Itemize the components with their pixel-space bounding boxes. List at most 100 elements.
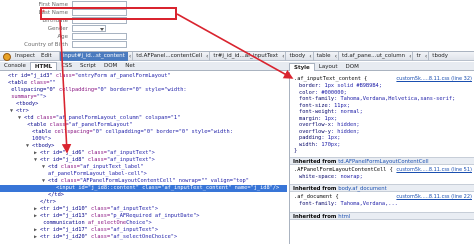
tab-html[interactable]: HTML bbox=[29, 62, 58, 70]
tab-style[interactable]: Style bbox=[289, 63, 315, 71]
tag-text: <tr id="j_id6" bbox=[40, 150, 85, 156]
breadcrumb-item[interactable]: tr#j_id_id...af_inputText bbox=[209, 51, 281, 61]
tag-text: <tr id="j_id3" bbox=[8, 73, 53, 79]
css-source-link[interactable]: custom5k.....8.11.css (line 32) bbox=[396, 76, 472, 83]
attr-text: class= bbox=[87, 227, 111, 233]
css-prop-name: border bbox=[299, 83, 319, 89]
css-prop-name: font-weight bbox=[299, 109, 335, 115]
select-field[interactable] bbox=[72, 25, 106, 32]
tab-net[interactable]: Net bbox=[121, 62, 139, 70]
breadcrumb-item[interactable]: tbody bbox=[285, 51, 308, 61]
tree-node[interactable]: <tr id="j_id3" class="entryForm af_panel… bbox=[0, 73, 287, 80]
value-text: "" bbox=[49, 80, 56, 86]
breadcrumb-item[interactable]: table bbox=[312, 51, 334, 61]
tab-dom[interactable]: DOM bbox=[342, 63, 363, 71]
style-pane[interactable]: .af_inputText_content {custom5k.....8.11… bbox=[289, 72, 474, 244]
tab-console[interactable]: Console bbox=[0, 62, 30, 70]
inherited-prefix: Inherited from bbox=[293, 158, 339, 165]
tree-node[interactable]: <input id="j_id8::content" class="af_inp… bbox=[0, 185, 287, 192]
breadcrumb-item[interactable]: tbody bbox=[428, 51, 451, 61]
css-source-link[interactable]: custom5k.....8.11.css (line 22) bbox=[396, 194, 472, 201]
tree-node[interactable]: ▼ <tr> bbox=[0, 108, 287, 115]
css-prop-name: width bbox=[299, 141, 315, 148]
inspect-button[interactable]: Inspect bbox=[12, 53, 38, 59]
tree-node[interactable]: ▼ <td class="AFPanelFormLayoutContentCell… bbox=[0, 178, 287, 185]
tree-node[interactable]: ▶ <tr id="j_id20" class="af_selectOneChoi… bbox=[0, 234, 287, 241]
css-selector: .af_document { bbox=[294, 194, 339, 200]
css-prop-value: : hidden; bbox=[330, 122, 360, 128]
text-field[interactable] bbox=[72, 41, 127, 48]
tree-node[interactable]: communication af_selectOneChoice"> bbox=[0, 220, 287, 227]
breadcrumb-item[interactable]: td.af_pane...ut_column bbox=[337, 51, 408, 61]
tab-layout[interactable]: Layout bbox=[315, 63, 342, 71]
tree-node[interactable]: ▶ <tr id="j_id10" class="af_inputText"> bbox=[0, 206, 287, 213]
inherited-element[interactable]: html bbox=[338, 214, 350, 220]
tree-node[interactable]: </tr> bbox=[0, 199, 287, 206]
css-prop-value: : 1px; bbox=[318, 115, 338, 122]
tab-dom[interactable]: DOM bbox=[100, 62, 121, 70]
inherited-header: Inherited from html bbox=[290, 211, 474, 220]
attr-text: class= bbox=[138, 185, 162, 191]
panel-tabs: Console HTML CSS Script DOM Net Style Layout DO… bbox=[0, 62, 474, 71]
tree-node[interactable]: <table class="af_panelFormLayout" bbox=[0, 122, 287, 129]
tag-text: <td bbox=[48, 164, 58, 170]
attr-text: class= bbox=[87, 206, 111, 212]
tree-node[interactable]: af_panelFormLayout_label-cell"> bbox=[0, 171, 287, 178]
value-text: "af_inputText"> bbox=[110, 227, 159, 233]
tag-text: <tr> bbox=[16, 108, 29, 114]
tree-node[interactable]: ▶ <tr id="j_id6" class="af_inputText"> bbox=[0, 150, 287, 157]
tree-node[interactable]: <tbody> bbox=[0, 101, 287, 108]
css-source-link[interactable]: custom5k.....8.11.css (line 51) bbox=[396, 167, 472, 174]
html-tree-pane[interactable]: <tr id="j_id3" class="entryForm af_panel… bbox=[0, 72, 287, 244]
breadcrumb-item[interactable]: tr bbox=[412, 51, 423, 61]
tree-node[interactable]: 100%"> bbox=[0, 136, 287, 143]
tree-node[interactable]: ▶ <tr id="j_id17" class="af_inputText"> bbox=[0, 227, 287, 234]
tree-node[interactable]: ▼ <tbody> bbox=[0, 143, 287, 150]
tag-text: <tr id="j_id13" bbox=[40, 213, 88, 219]
attr-text: cellspacing= bbox=[51, 129, 93, 135]
css-property[interactable]: font-family: Tahoma,Verdana,... bbox=[299, 201, 398, 208]
inherited-element[interactable]: body.af_document bbox=[338, 186, 387, 192]
edit-button[interactable]: Edit bbox=[38, 53, 55, 59]
value-text: 100%"> bbox=[32, 136, 52, 142]
tree-node[interactable]: ellspacing="0" cellpadding="0" border="0… bbox=[0, 87, 287, 94]
tag-text: <input id="j_id8::content" bbox=[56, 185, 139, 191]
tag-text: <td bbox=[48, 178, 58, 184]
css-property[interactable]: } bbox=[294, 148, 297, 155]
tab-script[interactable]: Script bbox=[76, 62, 100, 70]
tab-css[interactable]: CSS bbox=[57, 62, 76, 70]
form-row: Country of Birth bbox=[0, 41, 200, 49]
css-prop-name: font-family bbox=[299, 201, 335, 207]
firebug-icon[interactable] bbox=[2, 52, 12, 61]
tag-text: communication bbox=[40, 220, 85, 226]
text-field[interactable] bbox=[72, 33, 127, 40]
tree-node[interactable]: ▶ <tr id="j_id13" class="p_AFRequired af_… bbox=[0, 213, 287, 220]
css-property[interactable]: width: 170px; bbox=[299, 142, 340, 149]
tree-node[interactable]: summary=""> bbox=[0, 94, 287, 101]
inherited-element[interactable]: td.AFPanelFormLayoutContentCell bbox=[338, 159, 428, 165]
tree-node[interactable]: <table class="" bbox=[0, 80, 287, 87]
value-text: "af_inputText_content" name="j_id8"/> bbox=[161, 185, 280, 191]
css-property[interactable]: white-space: nowrap; bbox=[299, 174, 363, 181]
form-row: Gender bbox=[0, 25, 200, 33]
inherited-header: Inherited from body.af_document bbox=[290, 184, 474, 192]
value-text: "0" cellpadding="0" border="0" style="wi… bbox=[92, 129, 233, 135]
tag-text: <tr id="j_id10" bbox=[40, 206, 88, 212]
tree-node[interactable]: </td> bbox=[0, 192, 287, 199]
tree-node[interactable]: ▼ <tr id="j_id8" class="af_inputText"> bbox=[0, 157, 287, 164]
tree-node[interactable]: ▼ <td class="af_inputText_label" bbox=[0, 164, 287, 171]
breadcrumb-item[interactable]: input#j_id...st_content bbox=[58, 51, 128, 61]
css-prop-name: margin bbox=[299, 115, 319, 122]
tree-node[interactable]: <table cellspacing="0" cellpadding="0" b… bbox=[0, 129, 287, 136]
css-prop-value: : 1px solid #B9B9B4; bbox=[318, 83, 382, 89]
value-text: af_panelFormLayout_label-cell"> bbox=[48, 171, 147, 177]
tag-text: <tr id="j_id20" bbox=[40, 234, 88, 240]
attr-text: class= bbox=[46, 122, 69, 128]
breadcrumb-item[interactable]: td.AFPanel...contentCell bbox=[132, 51, 205, 61]
firebug-toolbar: Inspect Edit input#j_id...st_content ‹ td.… bbox=[0, 51, 474, 61]
css-rule-header: .af_document { custom5k.....8.11.css (lin… bbox=[290, 194, 474, 201]
css-prop-value: : 170px; bbox=[314, 141, 341, 148]
tree-node[interactable]: ▼ <td class="af_panelFormLayout_column" c… bbox=[0, 115, 287, 122]
attr-text: class= bbox=[84, 157, 107, 163]
form-label: Gender bbox=[47, 26, 68, 32]
